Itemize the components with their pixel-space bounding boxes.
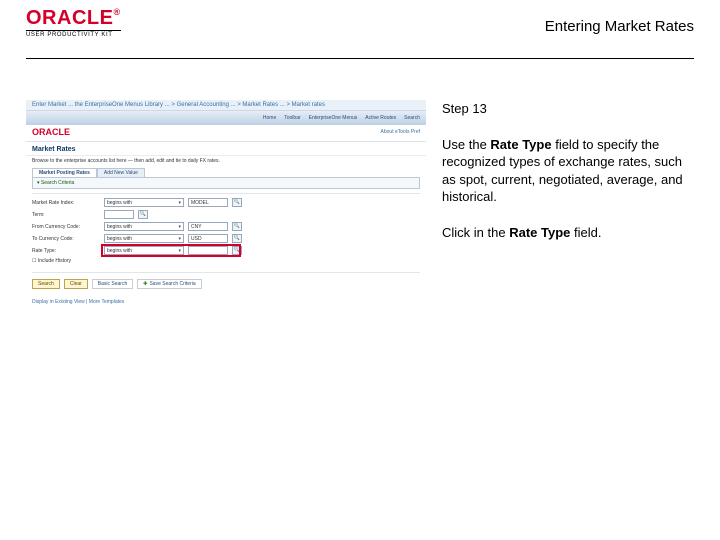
section-description: Browse to the enterprise accounts list h…	[26, 156, 426, 168]
checkbox-include-history[interactable]: ☐ Include History	[32, 258, 71, 264]
app-menubar: Home Toolbar EnterpriseOne Menus Active …	[26, 111, 426, 125]
plus-icon: ✚	[143, 281, 147, 287]
instruction-p1: Use the Rate Type field to specify the r…	[442, 136, 694, 206]
clear-button[interactable]: Clear	[64, 279, 88, 289]
search-criteria-bar[interactable]: ▾ Search Criteria	[32, 177, 420, 189]
window-titlebar: Enter Market ... the EnterpriseOne Menus…	[26, 100, 426, 111]
label-from-currency: From Currency Code:	[32, 224, 100, 230]
app-oracle-logo: ORACLE	[32, 127, 70, 137]
op-to-currency[interactable]: begins with	[104, 234, 184, 243]
label-rate-type: Rate Type:	[32, 248, 100, 254]
label-market-rate-index: Market Rate Index:	[32, 200, 100, 206]
field-market-rate-index[interactable]: MODEL	[188, 198, 228, 207]
app-screenshot: Enter Market ... the EnterpriseOne Menus…	[26, 100, 426, 307]
brand-block: ORACLE® USER PRODUCTIVITY KIT	[26, 8, 121, 38]
brand-subtitle: USER PRODUCTIVITY KIT	[26, 30, 121, 38]
field-from-currency[interactable]: CNY	[188, 222, 228, 231]
search-button[interactable]: Search	[32, 279, 60, 289]
menu-item-eone[interactable]: EnterpriseOne Menus	[309, 115, 358, 121]
lookup-icon[interactable]: 🔍	[232, 222, 242, 231]
footer-links[interactable]: Display in Existing View | More Template…	[32, 299, 420, 305]
menu-item-home[interactable]: Home	[263, 115, 276, 121]
field-term[interactable]	[104, 210, 134, 219]
search-form: Market Rate Index: begins with MODEL 🔍 T…	[32, 193, 420, 264]
op-market-rate-index[interactable]: begins with	[104, 198, 184, 207]
basic-search-link[interactable]: Basic Search	[92, 279, 133, 289]
header-divider	[26, 58, 694, 59]
menu-item-search[interactable]: Search	[404, 115, 420, 121]
menu-item-toolbar[interactable]: Toolbar	[284, 115, 300, 121]
lookup-icon[interactable]: 🔍	[232, 234, 242, 243]
lookup-icon[interactable]: 🔍	[232, 246, 242, 255]
op-rate-type[interactable]: begins with	[104, 246, 184, 255]
instruction-p2: Click in the Rate Type field.	[442, 224, 694, 242]
label-to-currency: To Currency Code:	[32, 236, 100, 242]
page-title: Entering Market Rates	[545, 18, 694, 35]
tab-posting-rates[interactable]: Market Posting Rates	[32, 168, 97, 177]
oracle-logo: ORACLE®	[26, 8, 121, 28]
lookup-icon[interactable]: 🔍	[138, 210, 148, 219]
section-title: Market Rates	[26, 142, 426, 156]
step-label: Step 13	[442, 100, 694, 118]
oracle-logo-text: ORACLE	[26, 7, 113, 29]
label-term: Term:	[32, 212, 100, 218]
menu-item-routes[interactable]: Active Routes	[365, 115, 396, 121]
op-from-currency[interactable]: begins with	[104, 222, 184, 231]
field-rate-type[interactable]	[188, 246, 228, 255]
field-to-currency[interactable]: USD	[188, 234, 228, 243]
oracle-tm: ®	[113, 7, 120, 17]
tab-add-new[interactable]: Add New Value	[97, 168, 145, 177]
save-search-link[interactable]: ✚Save Search Criteria	[137, 279, 201, 289]
app-help-links[interactable]: About eTools Pref	[381, 129, 420, 135]
instruction-pane: Step 13 Use the Rate Type field to speci…	[442, 100, 694, 307]
lookup-icon[interactable]: 🔍	[232, 198, 242, 207]
